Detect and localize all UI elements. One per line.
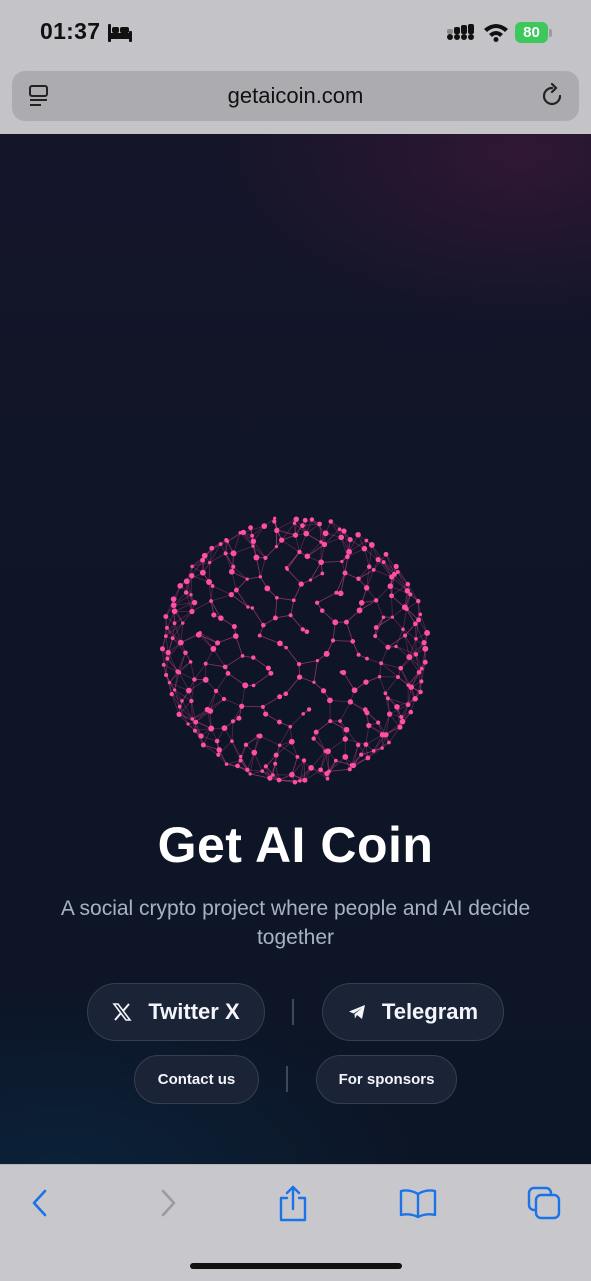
telegram-label: Telegram bbox=[382, 999, 478, 1025]
browser-address-area: getaicoin.com bbox=[0, 66, 591, 134]
twitter-x-label: Twitter X bbox=[148, 999, 239, 1025]
telegram-button[interactable]: Telegram bbox=[322, 983, 504, 1041]
battery-indicator: 80 bbox=[515, 22, 548, 43]
contact-us-button[interactable]: Contact us bbox=[134, 1055, 259, 1104]
battery-cap bbox=[549, 29, 552, 37]
web-page: Get AI Coin A social crypto project wher… bbox=[0, 134, 591, 1164]
cellular-signal-icon bbox=[447, 24, 475, 46]
network-globe-graphic bbox=[158, 514, 432, 786]
battery-level: 80 bbox=[515, 22, 548, 43]
address-bar[interactable]: getaicoin.com bbox=[12, 71, 579, 121]
for-sponsors-label: For sponsors bbox=[339, 1071, 435, 1088]
back-icon[interactable] bbox=[28, 1185, 52, 1226]
divider bbox=[292, 999, 294, 1025]
telegram-icon bbox=[348, 1004, 366, 1020]
hero-title: Get AI Coin bbox=[0, 816, 591, 874]
status-bar: 01:37 80 bbox=[0, 0, 591, 66]
status-time: 01:37 bbox=[40, 18, 100, 45]
forward-icon[interactable] bbox=[156, 1185, 180, 1226]
bed-icon bbox=[108, 24, 132, 47]
for-sponsors-button[interactable]: For sponsors bbox=[316, 1055, 457, 1104]
url-text[interactable]: getaicoin.com bbox=[12, 83, 579, 109]
share-icon[interactable] bbox=[277, 1185, 309, 1228]
twitter-x-button[interactable]: Twitter X bbox=[87, 983, 265, 1041]
x-logo-icon bbox=[112, 1002, 132, 1022]
contact-us-label: Contact us bbox=[158, 1071, 236, 1088]
wifi-icon bbox=[483, 22, 509, 47]
reload-icon[interactable] bbox=[539, 83, 565, 114]
tabs-icon[interactable] bbox=[526, 1185, 562, 1226]
divider bbox=[286, 1066, 288, 1092]
bookmarks-icon[interactable] bbox=[399, 1185, 437, 1226]
home-indicator bbox=[190, 1263, 402, 1269]
hero-subtitle: A social crypto project where people and… bbox=[20, 894, 571, 952]
